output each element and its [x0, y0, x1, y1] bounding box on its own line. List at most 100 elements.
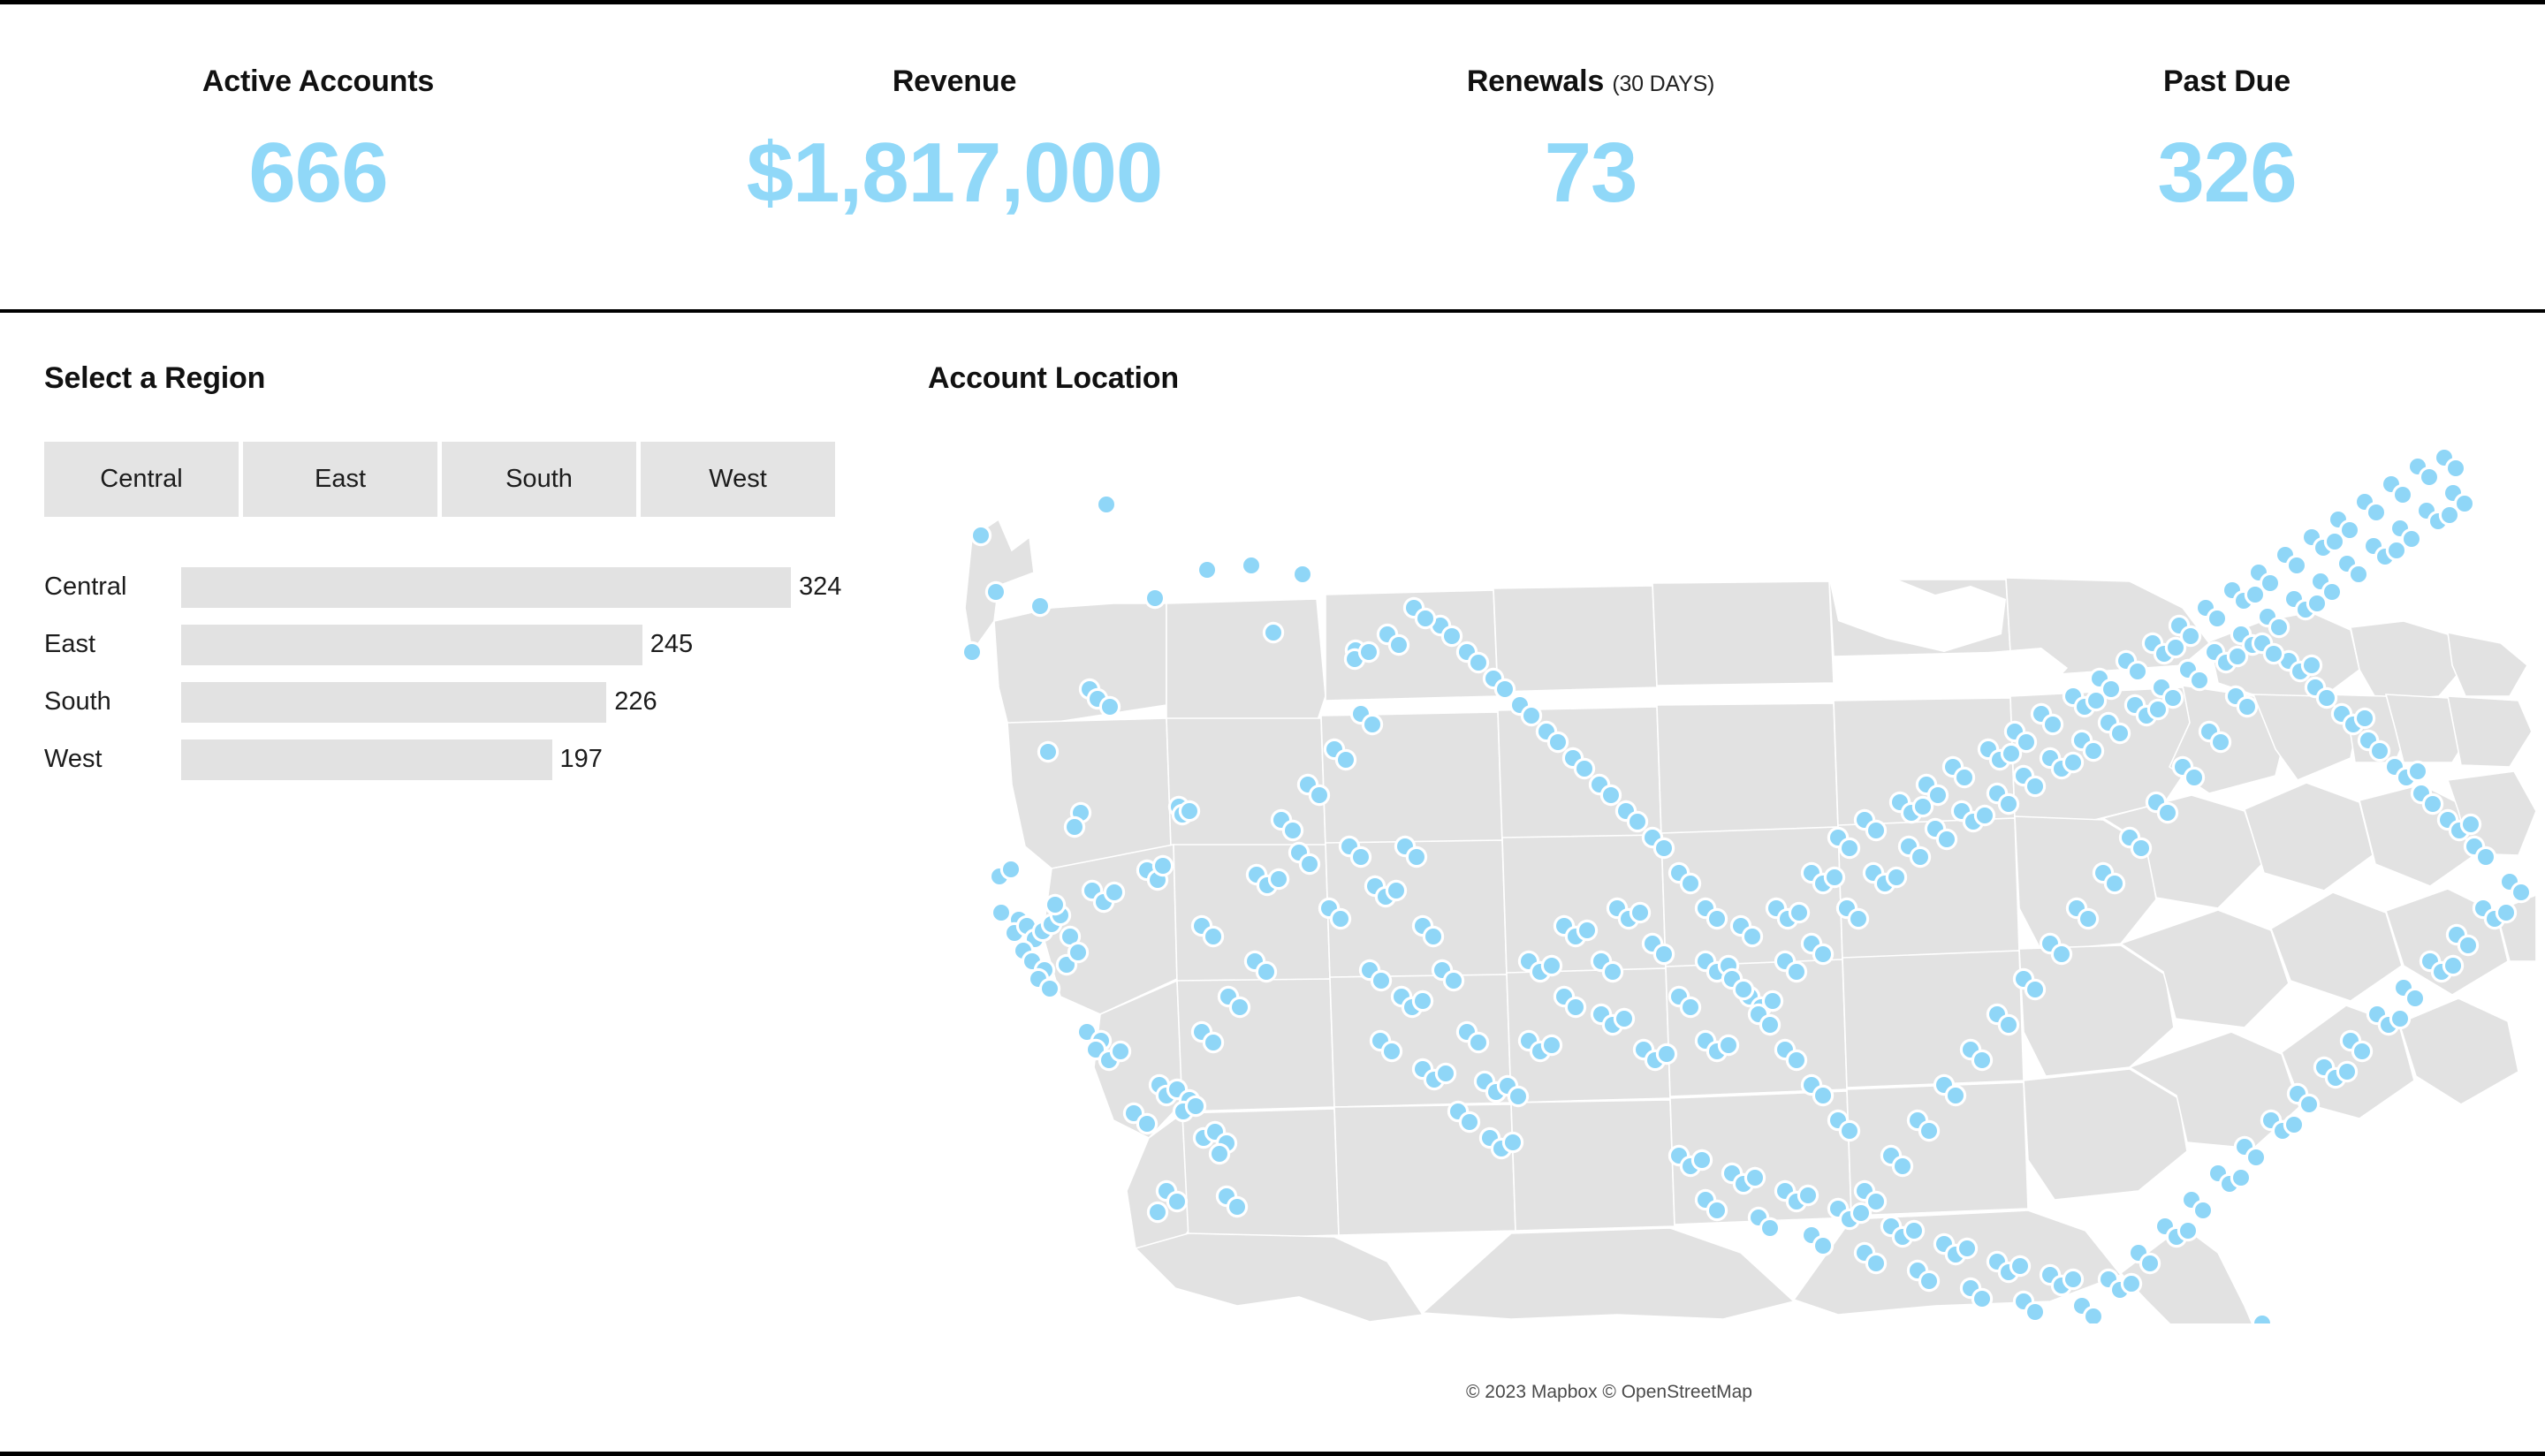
map-marker[interactable] — [2230, 1166, 2253, 1189]
map-marker[interactable] — [2024, 978, 2047, 1001]
map-marker[interactable] — [1918, 1119, 1941, 1142]
map-marker[interactable] — [1262, 621, 1285, 644]
map-marker[interactable] — [1380, 1040, 1403, 1063]
map-marker[interactable] — [1759, 1217, 1782, 1240]
map-marker[interactable] — [1329, 907, 1352, 930]
map-marker[interactable] — [1546, 731, 1569, 754]
map-marker[interactable] — [1847, 907, 1870, 930]
map-marker[interactable] — [1706, 907, 1728, 930]
map-marker[interactable] — [1626, 810, 1649, 833]
map-marker[interactable] — [1601, 960, 1624, 983]
map-marker[interactable] — [1540, 954, 1563, 977]
map-marker[interactable] — [1184, 1095, 1207, 1118]
region-button-west[interactable]: West — [641, 442, 835, 517]
map-marker[interactable] — [2251, 1312, 2274, 1323]
map-marker[interactable] — [2126, 660, 2149, 683]
map-marker[interactable] — [2179, 625, 2202, 648]
map-marker[interactable] — [1063, 815, 1086, 838]
map-marker[interactable] — [1812, 1234, 1835, 1257]
map-marker[interactable] — [2285, 554, 2308, 577]
map-marker[interactable] — [1349, 846, 1372, 868]
map-marker[interactable] — [1717, 1034, 1740, 1057]
map-marker[interactable] — [1885, 866, 1908, 889]
map-marker[interactable] — [1298, 853, 1321, 876]
bar-row[interactable]: West 197 — [44, 735, 910, 784]
map-marker[interactable] — [1458, 1111, 1481, 1134]
map-marker[interactable] — [2188, 669, 2211, 692]
map-marker[interactable] — [1918, 1270, 1941, 1293]
map-marker[interactable] — [1785, 960, 1808, 983]
map-marker[interactable] — [1785, 1049, 1808, 1072]
map-marker[interactable] — [2300, 654, 2323, 677]
map-marker[interactable] — [2130, 837, 2153, 860]
map-marker[interactable] — [2050, 943, 2073, 966]
map-marker[interactable] — [1564, 996, 1587, 1019]
map-marker[interactable] — [2474, 846, 2497, 868]
map-marker[interactable] — [1240, 554, 1263, 577]
map-marker[interactable] — [1797, 1184, 1819, 1207]
map-marker[interactable] — [2206, 607, 2229, 630]
map-marker[interactable] — [1520, 704, 1543, 727]
map-marker[interactable] — [2062, 1268, 2085, 1291]
map-marker[interactable] — [2457, 934, 2480, 957]
map-marker[interactable] — [1690, 1149, 1713, 1172]
map-marker[interactable] — [1434, 1062, 1457, 1085]
map-marker[interactable] — [2510, 881, 2533, 904]
map-marker[interactable] — [1759, 1013, 1782, 1036]
map-marker[interactable] — [1166, 1190, 1189, 1213]
map-marker[interactable] — [2353, 707, 2376, 730]
map-marker[interactable] — [1865, 819, 1888, 842]
map-marker[interactable] — [2283, 1113, 2306, 1136]
map-marker[interactable] — [1370, 969, 1393, 992]
map-marker[interactable] — [1812, 1084, 1835, 1107]
map-marker[interactable] — [1788, 901, 1811, 924]
map-marker[interactable] — [1909, 846, 1932, 868]
map-marker[interactable] — [969, 524, 992, 547]
map-marker[interactable] — [1540, 1034, 1563, 1057]
map-marker[interactable] — [2041, 713, 2064, 736]
map-marker[interactable] — [2015, 731, 2038, 754]
map-marker[interactable] — [1385, 879, 1408, 902]
region-button-central[interactable]: Central — [44, 442, 239, 517]
map-marker[interactable] — [2139, 1252, 2161, 1275]
map-marker[interactable] — [1442, 969, 1465, 992]
map-marker[interactable] — [1744, 1166, 1766, 1189]
map-marker[interactable] — [1865, 1252, 1888, 1275]
region-button-south[interactable]: South — [442, 442, 636, 517]
map-marker[interactable] — [2495, 901, 2518, 924]
map-marker[interactable] — [1281, 819, 1304, 842]
map-marker[interactable] — [1038, 977, 1061, 1000]
map-marker[interactable] — [2298, 1093, 2321, 1116]
map-marker[interactable] — [1629, 901, 1652, 924]
map-marker[interactable] — [1971, 1287, 1994, 1310]
map-marker[interactable] — [1935, 828, 1958, 851]
map-marker[interactable] — [2236, 695, 2259, 718]
map-marker[interactable] — [1838, 1119, 1861, 1142]
map-marker[interactable] — [1838, 837, 1861, 860]
map-marker[interactable] — [2209, 731, 2232, 754]
bar-row[interactable]: Central 324 — [44, 563, 910, 611]
map-marker[interactable] — [2082, 739, 2105, 762]
map-marker[interactable] — [2062, 751, 2085, 774]
map-marker[interactable] — [2338, 519, 2361, 542]
map-marker[interactable] — [1109, 1040, 1132, 1063]
map-marker[interactable] — [2108, 722, 2131, 745]
map-marker[interactable] — [2444, 457, 2467, 480]
map-marker[interactable] — [1501, 1131, 1524, 1154]
map-marker[interactable] — [2391, 483, 2414, 506]
map-marker[interactable] — [2351, 1040, 2374, 1063]
map-marker[interactable] — [2321, 580, 2344, 603]
bar-row[interactable]: South 226 — [44, 678, 910, 726]
map-marker[interactable] — [2406, 760, 2429, 783]
map-marker[interactable] — [2077, 907, 2100, 930]
map-marker[interactable] — [1812, 943, 1835, 966]
map-marker[interactable] — [1732, 978, 1755, 1001]
map-marker[interactable] — [1405, 846, 1428, 868]
map-marker[interactable] — [1997, 792, 2020, 815]
map-marker[interactable] — [1202, 1031, 1225, 1054]
map-marker[interactable] — [2259, 572, 2282, 595]
map-marker[interactable] — [2459, 813, 2482, 836]
map-marker[interactable] — [2336, 1060, 2359, 1083]
map-marker[interactable] — [1655, 1043, 1678, 1065]
map-marker[interactable] — [2418, 466, 2441, 489]
